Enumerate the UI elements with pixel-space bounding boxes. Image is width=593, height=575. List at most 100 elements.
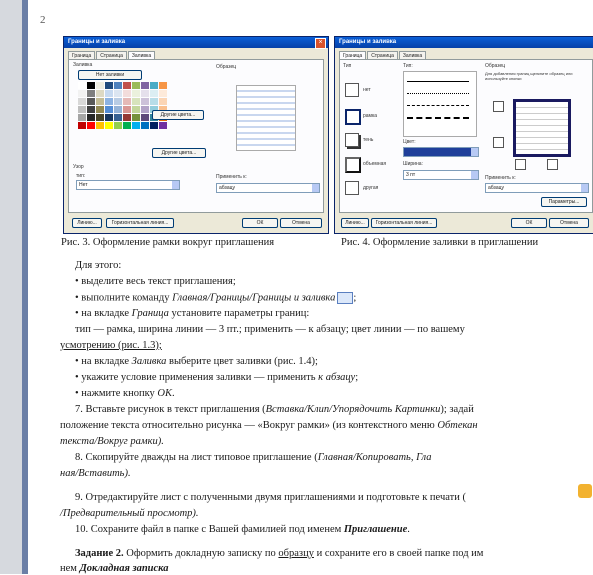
color-swatch[interactable]	[78, 90, 86, 97]
color-swatch[interactable]	[105, 82, 113, 89]
apply-to-select[interactable]: абзацу	[216, 183, 320, 193]
chevron-down-icon	[172, 181, 179, 189]
color-swatch[interactable]	[96, 106, 104, 113]
color-swatch[interactable]	[141, 106, 149, 113]
color-swatch[interactable]	[78, 114, 86, 121]
cancel-button[interactable]: Отмена	[280, 218, 322, 228]
color-swatch[interactable]	[114, 90, 122, 97]
color-swatch[interactable]	[159, 122, 167, 129]
color-swatch[interactable]	[132, 114, 140, 121]
border-left-icon[interactable]	[515, 159, 526, 170]
color-swatch[interactable]	[114, 122, 122, 129]
color-swatch[interactable]	[123, 114, 131, 121]
apply-to-select[interactable]: абзацу	[485, 183, 589, 193]
color-swatch[interactable]	[150, 98, 158, 105]
text-run: положение текста относительно рисунка — …	[60, 420, 438, 431]
chevron-down-icon	[471, 171, 478, 179]
color-swatch[interactable]	[105, 106, 113, 113]
color-swatch[interactable]	[105, 98, 113, 105]
color-swatch[interactable]	[141, 98, 149, 105]
border-box-icon[interactable]	[345, 109, 361, 125]
text-run: Вставка/Клип/Упорядочить Картинки	[265, 404, 441, 415]
color-swatch[interactable]	[132, 98, 140, 105]
color-swatch[interactable]	[105, 122, 113, 129]
color-swatch[interactable]	[78, 122, 86, 129]
lines-button[interactable]: Линию...	[341, 218, 369, 228]
color-swatch[interactable]	[132, 90, 140, 97]
color-swatch[interactable]	[114, 114, 122, 121]
window-left-margin	[0, 0, 22, 574]
color-swatch[interactable]	[123, 122, 131, 129]
color-swatch[interactable]	[141, 90, 149, 97]
color-swatch[interactable]	[105, 114, 113, 121]
color-swatch[interactable]	[96, 90, 104, 97]
color-swatch[interactable]	[123, 106, 131, 113]
color-swatch[interactable]	[132, 122, 140, 129]
close-icon[interactable]: ×	[315, 38, 326, 49]
color-swatch[interactable]	[87, 90, 95, 97]
color-swatch[interactable]	[114, 82, 122, 89]
color-swatch[interactable]	[141, 122, 149, 129]
pattern-type-select[interactable]: Нет	[76, 180, 180, 190]
color-swatch[interactable]	[132, 106, 140, 113]
color-swatch[interactable]	[78, 106, 86, 113]
line-width-select[interactable]: 3 пт	[403, 170, 479, 180]
border-top-icon[interactable]	[493, 101, 504, 112]
color-swatch[interactable]	[78, 98, 86, 105]
type-label: тип:	[76, 173, 86, 179]
color-swatch[interactable]	[87, 106, 95, 113]
border-custom-icon[interactable]	[345, 181, 359, 195]
more-colors-button[interactable]: Другие цвета...	[152, 110, 204, 120]
border-sample-preview[interactable]	[513, 99, 571, 157]
color-swatch[interactable]	[87, 114, 95, 121]
color-swatch[interactable]	[105, 90, 113, 97]
no-fill-button[interactable]: Нет заливки	[78, 70, 142, 80]
color-swatch[interactable]	[87, 98, 95, 105]
text-run: .	[407, 524, 410, 535]
color-swatch[interactable]	[87, 122, 95, 129]
lines-button[interactable]: Линию...	[72, 218, 102, 228]
color-swatch[interactable]	[150, 82, 158, 89]
type-label: Тип	[343, 63, 352, 69]
color-swatch[interactable]	[159, 90, 167, 97]
color-palette[interactable]	[78, 82, 167, 129]
color-swatch[interactable]	[150, 122, 158, 129]
task-2-heading: Задание 2. Оформить докладную записку по…	[75, 548, 483, 560]
ok-button[interactable]: ОК	[511, 218, 547, 228]
border-right-icon[interactable]	[547, 159, 558, 170]
line-color-select[interactable]	[403, 147, 479, 157]
cancel-button[interactable]: Отмена	[549, 218, 589, 228]
color-swatch[interactable]	[96, 114, 104, 121]
width-label: Ширина:	[403, 161, 423, 167]
color-swatch[interactable]	[78, 82, 86, 89]
border-none-icon[interactable]	[345, 83, 359, 97]
color-swatch[interactable]	[114, 106, 122, 113]
color-swatch[interactable]	[96, 82, 104, 89]
color-swatch[interactable]	[96, 98, 104, 105]
params-button[interactable]: Параметры...	[541, 197, 587, 207]
para-line: 9. Отредактируйте лист с полученными дву…	[75, 492, 466, 503]
color-swatch[interactable]	[87, 82, 95, 89]
border-shadow-icon[interactable]	[345, 133, 359, 147]
list-item: • на вкладке Заливка выберите цвет залив…	[75, 356, 318, 368]
color-swatch[interactable]	[141, 114, 149, 121]
text-run: • на вкладке	[75, 356, 132, 367]
color-swatch[interactable]	[159, 82, 167, 89]
border-type-custom: другая	[363, 185, 379, 191]
border-3d-icon[interactable]	[345, 157, 361, 173]
border-bottom-icon[interactable]	[493, 137, 504, 148]
color-swatch[interactable]	[150, 90, 158, 97]
color-swatch[interactable]	[141, 82, 149, 89]
color-swatch[interactable]	[123, 90, 131, 97]
color-swatch[interactable]	[159, 98, 167, 105]
horizontal-line-button[interactable]: Горизонтальная линия...	[106, 218, 174, 228]
color-swatch[interactable]	[132, 82, 140, 89]
other-colors-button[interactable]: Другие цвета...	[152, 148, 206, 158]
ok-button[interactable]: ОК	[242, 218, 278, 228]
pattern-label: Узор	[73, 164, 84, 170]
color-swatch[interactable]	[123, 82, 131, 89]
color-swatch[interactable]	[96, 122, 104, 129]
color-swatch[interactable]	[114, 98, 122, 105]
color-swatch[interactable]	[123, 98, 131, 105]
horizontal-line-button[interactable]: Горизонтальная линия...	[371, 218, 437, 228]
